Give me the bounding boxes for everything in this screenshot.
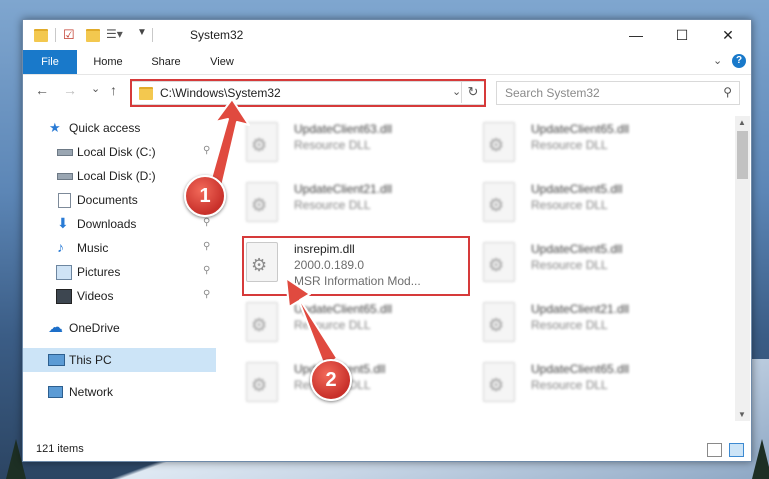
arrow-1 — [208, 98, 250, 187]
annotation-arrows — [208, 98, 338, 369]
step-2-badge: 2 — [310, 359, 352, 401]
arrow-2 — [285, 277, 338, 369]
step-1-badge: 1 — [184, 175, 226, 217]
